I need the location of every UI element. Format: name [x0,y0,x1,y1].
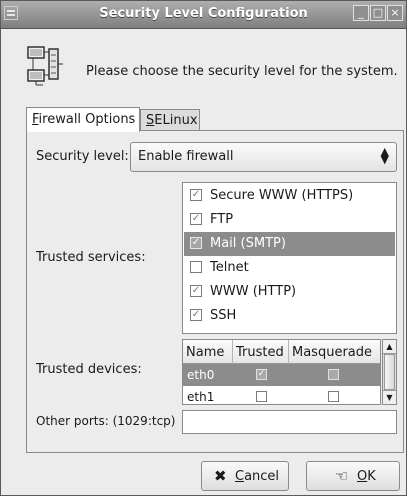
other-ports-input[interactable] [182,410,397,434]
other-ports-label: Other ports: (1029:tcp) [36,414,176,428]
trusted-devices-label: Trusted devices: [36,362,142,377]
ok-button[interactable]: ☜ OK [306,461,400,491]
service-checkbox[interactable]: ✓ [190,237,202,249]
trusted-devices-table[interactable]: Name Trusted Masquerade eth0 ✓ eth1 [182,339,381,405]
service-row[interactable]: ✓ Secure WWW (HTTPS) [184,184,395,208]
security-level-window: Security Level Configuration _ □ × Pleas… [0,0,407,496]
service-row[interactable]: ✓ FTP [184,208,395,232]
trusted-services-list[interactable]: ✓ Secure WWW (HTTPS) ✓ FTP ✓ Mail (SMTP)… [182,182,397,334]
column-header-trusted[interactable]: Trusted [233,340,289,364]
table-row[interactable]: eth0 ✓ [183,364,380,386]
scroll-thumb[interactable] [384,354,395,390]
scroll-up-arrow-icon[interactable]: ▲ [383,340,396,354]
ok-hand-icon: ☜ [335,467,349,485]
service-checkbox[interactable]: ✓ [190,213,202,225]
service-checkbox[interactable] [190,261,202,273]
tab-selinux[interactable]: SELinux [140,109,200,131]
window-title: Security Level Configuration [99,6,308,21]
service-checkbox[interactable]: ✓ [190,285,202,297]
service-checkbox[interactable]: ✓ [190,309,202,321]
security-level-select[interactable]: Enable firewall ▲ ▼ [130,142,397,172]
service-row[interactable]: ✓ Mail (SMTP) [184,232,395,256]
column-header-masquerade[interactable]: Masquerade [289,340,380,364]
cancel-x-icon: ✖ [214,467,227,485]
service-row[interactable]: ✓ SSH [184,304,395,328]
titlebar[interactable]: Security Level Configuration _ □ × [1,1,406,29]
device-name: eth0 [187,368,215,382]
security-level-label: Security level: [36,149,129,164]
tab-firewall-options[interactable]: Firewall Options [26,107,140,132]
scroll-down-arrow-icon[interactable]: ▼ [383,390,396,404]
trusted-services-label: Trusted services: [36,250,146,265]
header-instruction: Please choose the security level for the… [86,64,398,79]
updown-arrows-icon: ▲ ▼ [380,145,389,166]
trusted-checkbox[interactable]: ✓ [256,369,267,380]
service-row[interactable]: ✓ WWW (HTTP) [184,280,395,304]
masquerade-checkbox[interactable] [328,391,339,402]
security-level-value: Enable firewall [138,149,234,164]
ok-label: OK [357,469,376,484]
devices-scrollbar[interactable]: ▲ ▼ [382,339,397,405]
trusted-checkbox[interactable] [256,391,267,402]
table-row[interactable]: eth1 [183,386,380,404]
firewall-computers-icon [27,46,63,86]
firewall-options-panel: Security level: Enable firewall ▲ ▼ Trust… [26,130,404,453]
masquerade-checkbox[interactable] [328,369,339,380]
close-button[interactable]: × [387,5,403,21]
service-row[interactable]: Telnet [184,256,395,280]
device-name: eth1 [187,390,215,404]
minimize-button[interactable]: _ [353,5,369,21]
maximize-button[interactable]: □ [370,5,386,21]
column-header-name[interactable]: Name [183,340,233,364]
cancel-label: Cancel [235,469,280,484]
cancel-button[interactable]: ✖ Cancel [201,461,289,491]
service-checkbox[interactable]: ✓ [190,189,202,201]
